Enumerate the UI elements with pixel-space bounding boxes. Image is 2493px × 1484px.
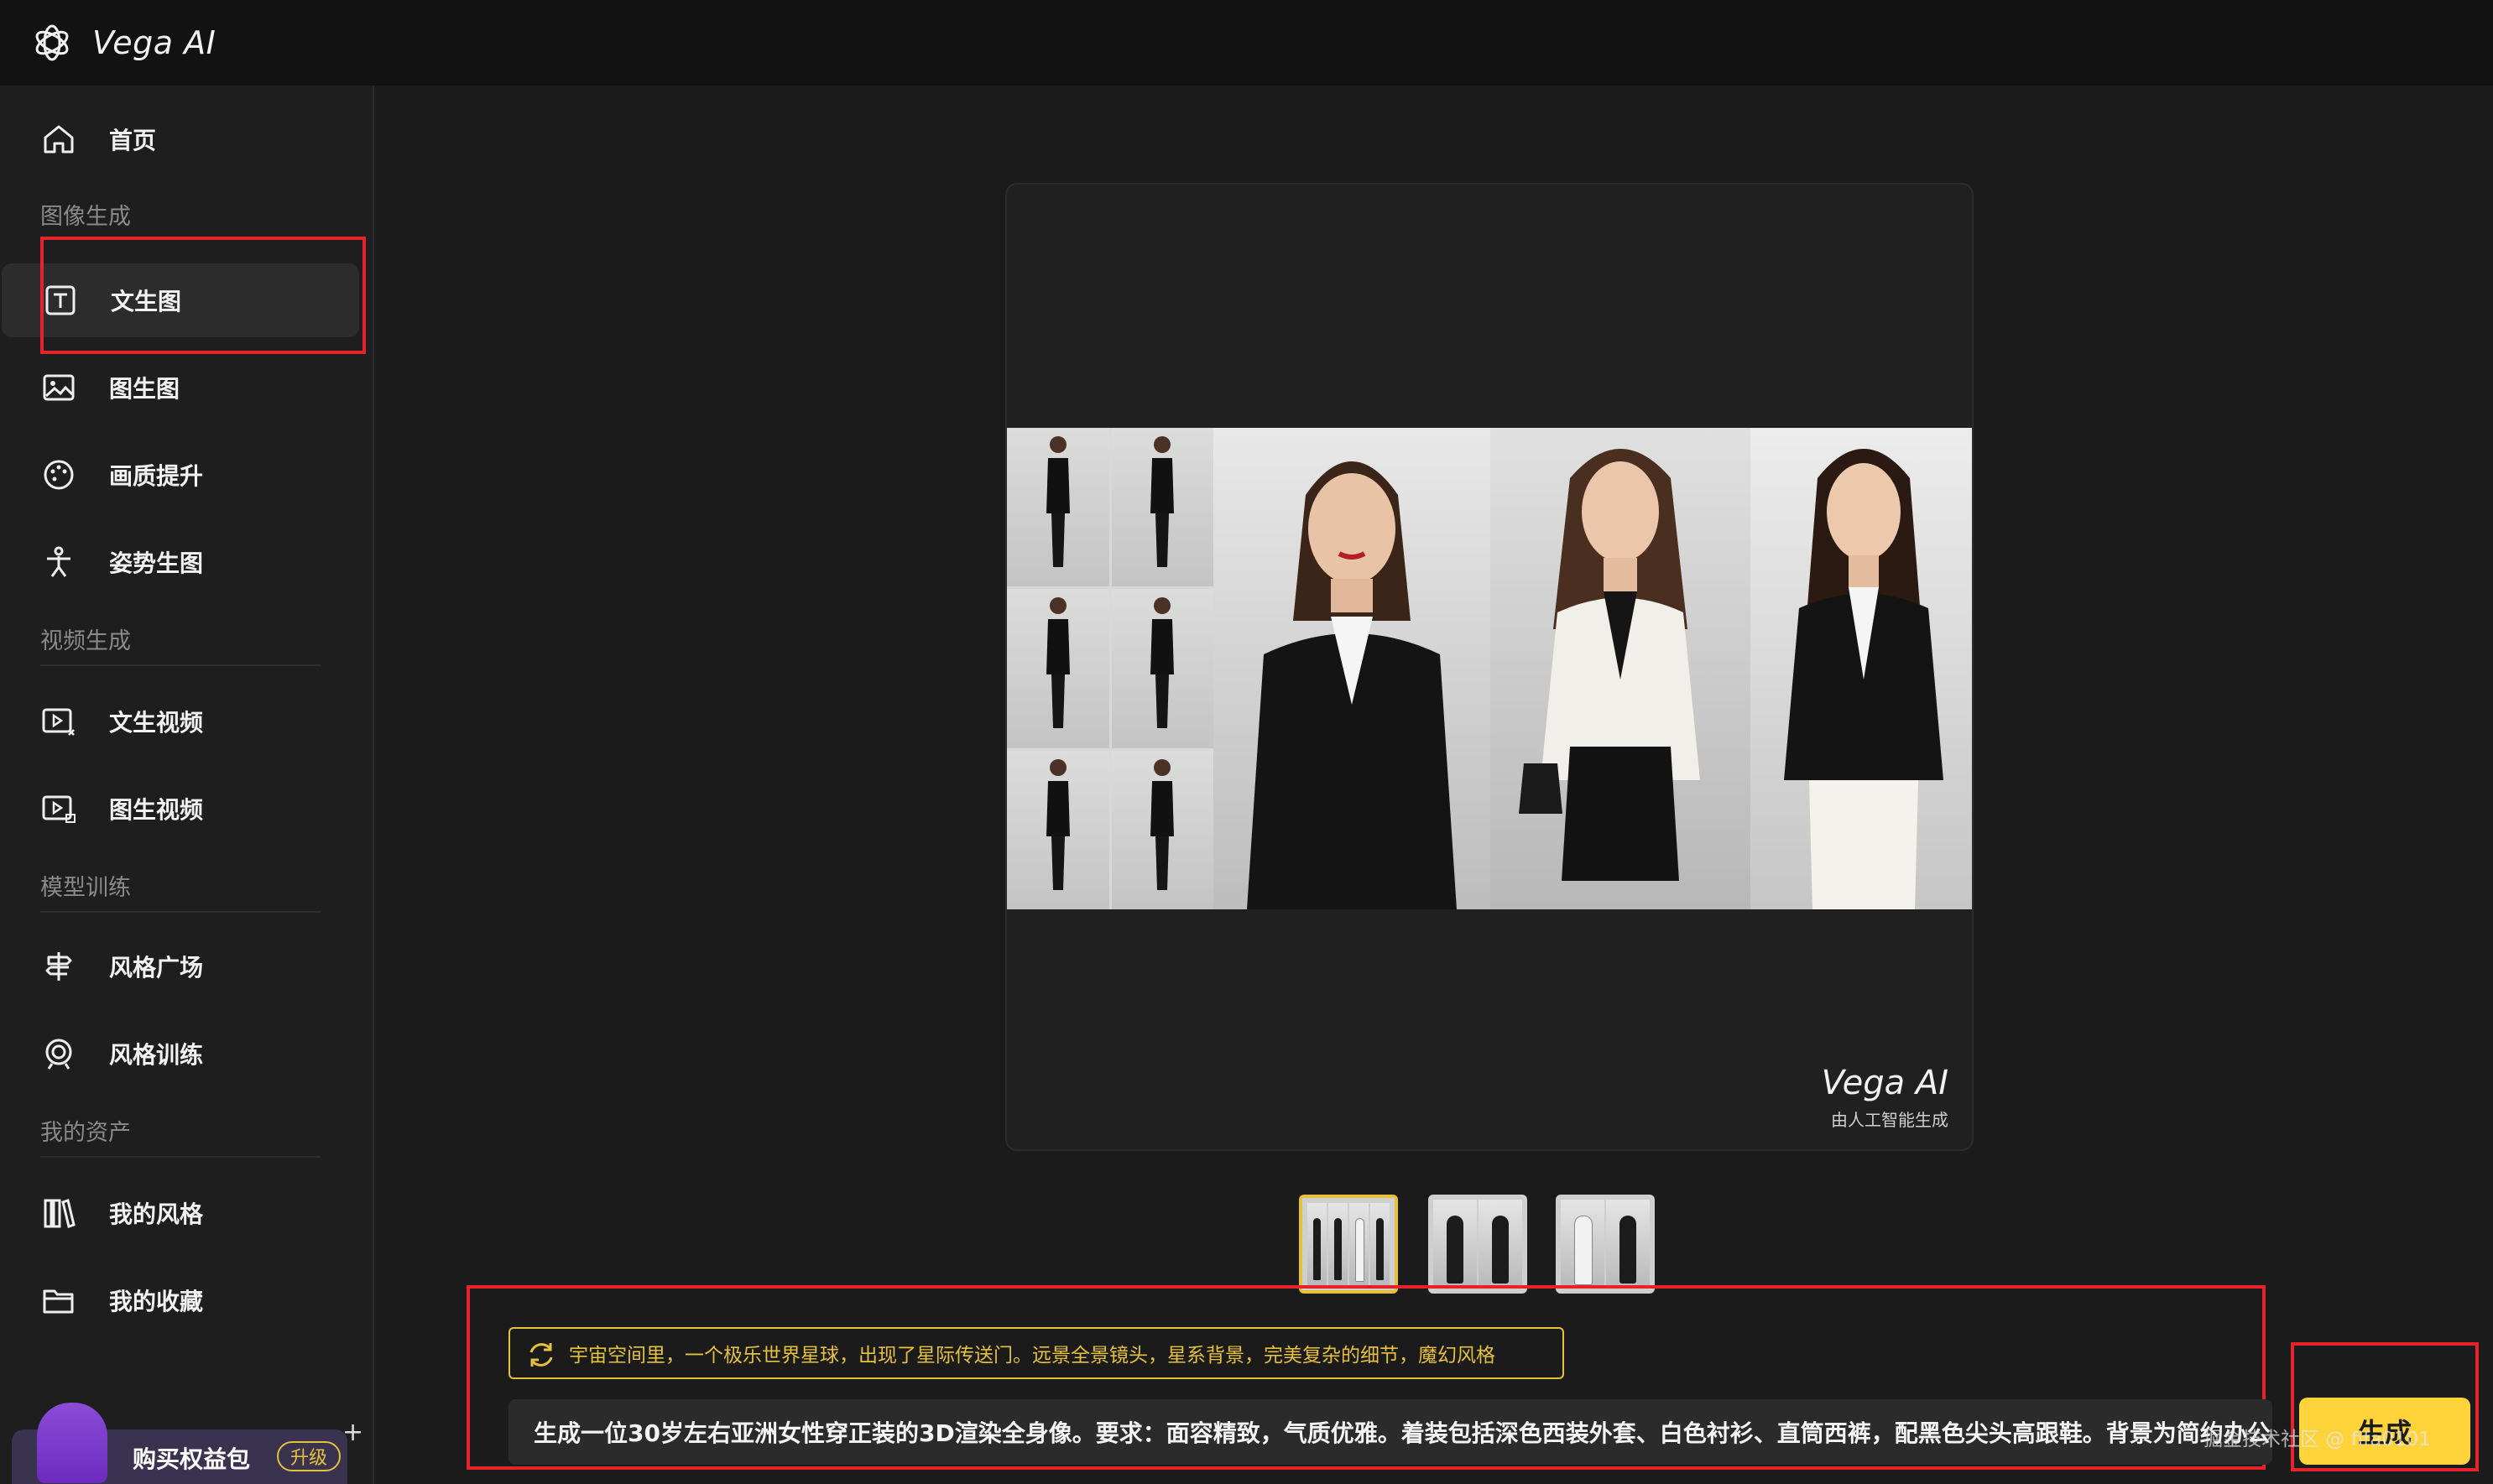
thumbnail-1[interactable] (1299, 1195, 1398, 1294)
mini-figure (1111, 750, 1213, 909)
thumbnail-3[interactable] (1556, 1195, 1655, 1294)
sidebar-item-style-plaza[interactable]: 风格广场 (0, 929, 361, 1003)
section-label-image: 图像生成 (40, 204, 131, 230)
section-label-training: 模型训练 (40, 875, 131, 901)
plus-icon[interactable]: + (342, 1418, 363, 1447)
signpost-icon (45, 952, 72, 981)
portrait-panel (1750, 428, 1972, 909)
upgrade-badge[interactable]: 升级 (277, 1441, 342, 1471)
image-icon (43, 374, 75, 401)
refresh-icon[interactable] (525, 1339, 557, 1371)
sidebar-item-style-training[interactable]: 风格训练 (0, 1017, 361, 1091)
portrait-panel (1213, 428, 1490, 909)
collage-grid (1007, 428, 1213, 909)
watermark-subtitle: 由人工智能生成 (1831, 1110, 1948, 1130)
sidebar-item-label: 文生图 (111, 288, 182, 315)
sidebar-item-text-to-video[interactable]: 文生视频 (0, 685, 361, 758)
sidebar-item-image-to-video[interactable]: 图生视频 (0, 772, 361, 846)
sidebar-item-label: 图生图 (109, 375, 180, 403)
sidebar-item-label: 风格训练 (109, 1041, 204, 1069)
top-bar: Vega AI (0, 0, 2493, 86)
app-title[interactable]: Vega AI (92, 24, 216, 61)
mini-figure (1007, 750, 1109, 909)
home-icon (44, 125, 74, 154)
sidebar-item-home[interactable]: 首页 (0, 102, 361, 176)
sidebar-item-label: 画质提升 (109, 462, 204, 490)
section-divider (40, 1156, 321, 1158)
sidebar-item-label: 风格广场 (109, 954, 204, 982)
thumbnail-2[interactable] (1428, 1195, 1527, 1294)
mini-figure (1007, 428, 1109, 587)
sidebar-item-label: 我的收藏 (109, 1288, 204, 1315)
watermark-title: Vega AI (1821, 1064, 1948, 1102)
sidebar-item-label: 我的风格 (109, 1200, 204, 1228)
portrait-panel (1490, 428, 1750, 909)
target-icon (45, 1039, 72, 1070)
text-icon (45, 285, 76, 315)
upgrade-label: 购买权益包 (133, 1445, 251, 1473)
prompt-input[interactable]: 生成一位30岁左右亚洲女性穿正装的3D渲染全身像。要求：面容精致，气质优雅。着装… (509, 1399, 2272, 1465)
sidebar-item-label: 图生视频 (109, 796, 204, 824)
palette-icon (44, 460, 74, 490)
section-divider (40, 911, 321, 913)
generated-image[interactable] (1007, 428, 1972, 909)
section-label-video: 视频生成 (40, 628, 131, 654)
preview-frame: Vega AI 由人工智能生成 (1005, 183, 1974, 1151)
video-text-icon (42, 708, 75, 736)
sidebar-item-pose[interactable]: 姿势生图 (0, 525, 361, 599)
video-image-icon (42, 795, 76, 823)
mini-figure (1111, 428, 1213, 587)
sidebar-item-enhance[interactable]: 画质提升 (0, 438, 361, 512)
sidebar-item-my-styles[interactable]: 我的风格 (0, 1176, 361, 1250)
vega-logo-icon[interactable] (30, 21, 74, 65)
sidebar-item-label: 姿势生图 (109, 549, 204, 577)
upgrade-banner[interactable]: 购买权益包 升级 (12, 1403, 347, 1484)
mini-figure (1111, 589, 1213, 748)
suggestion-text: 宇宙空间里，一个极乐世界星球，出现了星际传送门。远景全景镜头，星系背景，完美复杂… (569, 1345, 1495, 1367)
mascot-avatar (37, 1403, 107, 1483)
books-icon (44, 1199, 76, 1228)
sidebar-item-label: 文生视频 (109, 709, 204, 737)
folder-icon (43, 1289, 74, 1314)
section-label-assets: 我的资产 (40, 1120, 131, 1146)
prompt-suggestion[interactable]: 宇宙空间里，一个极乐世界星球，出现了星际传送门。远景全景镜头，星系背景，完美复杂… (509, 1327, 1564, 1379)
section-divider (40, 664, 321, 666)
sidebar-item-text-to-image[interactable]: 文生图 (2, 263, 359, 337)
sidebar: 首页 图像生成 文生图 图生图 画质提升 姿势生图 视频生成 文生视频 图生视频… (0, 86, 374, 1484)
corner-watermark: 掘金技术社区 @ fifa0101 (2204, 1429, 2431, 1450)
pose-icon (47, 546, 70, 577)
sidebar-item-my-favorites[interactable]: 我的收藏 (0, 1263, 361, 1337)
mini-figure (1007, 589, 1109, 748)
sidebar-item-image-to-image[interactable]: 图生图 (0, 351, 361, 424)
sidebar-item-label: 首页 (109, 127, 157, 154)
